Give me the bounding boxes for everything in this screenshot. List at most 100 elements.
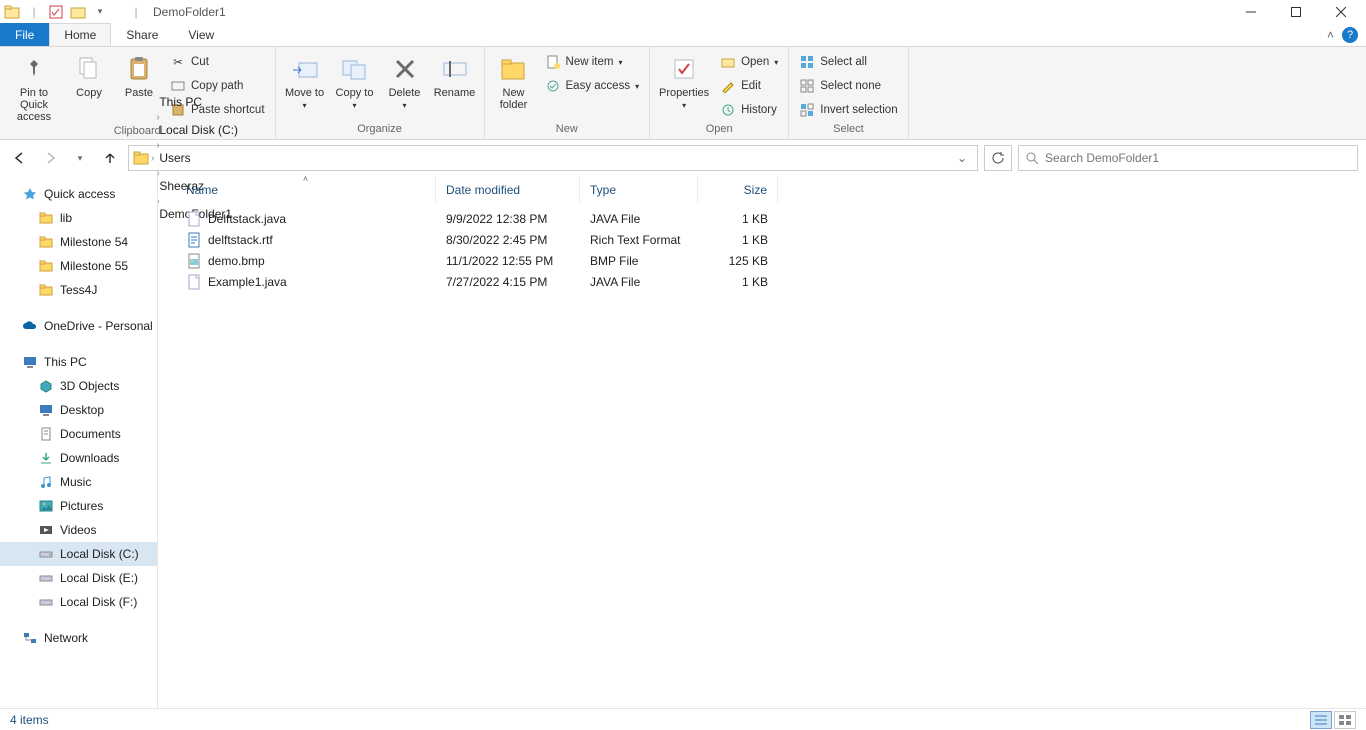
recent-locations-button[interactable]: ▾ <box>68 146 92 170</box>
nav-quick-access-item[interactable]: lib <box>0 206 157 230</box>
select-none-button[interactable]: Select none <box>795 75 901 97</box>
new-item-icon <box>545 54 561 70</box>
up-button[interactable] <box>98 146 122 170</box>
quick-access-toolbar: | ▾ | DemoFolder1 <box>3 3 226 21</box>
copy-path-button[interactable]: Copy path <box>166 75 269 97</box>
network-icon <box>22 630 38 646</box>
maximize-button[interactable] <box>1273 0 1318 23</box>
status-bar: 4 items <box>0 708 1366 730</box>
nav-quick-access-item[interactable]: Milestone 55 <box>0 254 157 278</box>
history-button[interactable]: History <box>716 99 782 121</box>
large-icons-view-button[interactable] <box>1334 711 1356 729</box>
cut-icon: ✂ <box>170 54 186 70</box>
copy-path-icon <box>170 78 186 94</box>
tab-share[interactable]: Share <box>111 23 173 46</box>
nav-onedrive[interactable]: OneDrive - Personal <box>0 314 157 338</box>
move-to-button[interactable]: Move to▾ <box>282 49 328 110</box>
nav-this-pc-item[interactable]: Desktop <box>0 398 157 422</box>
file-name: delftstack.rtf <box>208 233 273 247</box>
column-name[interactable]: Name˄ <box>176 176 436 204</box>
file-row[interactable]: Delftstack.java9/9/2022 12:38 PMJAVA Fil… <box>158 208 1366 229</box>
minimize-button[interactable] <box>1228 0 1273 23</box>
breadcrumb-segment[interactable]: Users <box>156 151 241 165</box>
file-list: Name˄ Date modified Type Size Delftstack… <box>158 176 1366 708</box>
nav-quick-access-item[interactable]: Tess4J <box>0 278 157 302</box>
close-button[interactable] <box>1318 0 1363 23</box>
chevron-right-icon[interactable]: › <box>156 112 159 123</box>
collapse-ribbon-icon[interactable]: ˄ <box>1327 28 1334 42</box>
breadcrumb-segment[interactable]: This PC <box>156 95 241 109</box>
nav-this-pc-item[interactable]: Documents <box>0 422 157 446</box>
open-button[interactable]: Open ▾ <box>716 51 782 73</box>
body: Quick access libMilestone 54Milestone 55… <box>0 176 1366 708</box>
new-item-button[interactable]: New item ▾ <box>541 51 644 73</box>
qat-dropdown-icon[interactable]: ▾ <box>91 3 109 21</box>
nav-this-pc[interactable]: This PC <box>0 350 157 374</box>
delete-button[interactable]: Delete▾ <box>382 49 428 110</box>
nav-this-pc-item[interactable]: Local Disk (F:) <box>0 590 157 614</box>
search-input[interactable] <box>1045 151 1351 165</box>
select-none-icon <box>799 78 815 94</box>
back-button[interactable] <box>8 146 32 170</box>
drive-icon <box>38 498 54 514</box>
nav-this-pc-item[interactable]: Local Disk (E:) <box>0 566 157 590</box>
file-date: 8/30/2022 2:45 PM <box>436 233 580 247</box>
address-bar-row: ▾ › This PC›Local Disk (C:)›Users›Sheera… <box>0 140 1366 176</box>
paste-icon <box>123 53 155 85</box>
nav-quick-access-header[interactable]: Quick access <box>0 182 157 206</box>
nav-quick-access-item[interactable]: Milestone 54 <box>0 230 157 254</box>
properties-button[interactable]: Properties▾ <box>656 49 712 110</box>
nav-this-pc-item[interactable]: Music <box>0 470 157 494</box>
tab-view[interactable]: View <box>173 23 229 46</box>
properties-qat-icon[interactable] <box>47 3 65 21</box>
copy-to-button[interactable]: Copy to▾ <box>332 49 378 110</box>
chevron-right-icon[interactable]: › <box>151 153 154 164</box>
file-size: 125 KB <box>698 254 778 268</box>
search-box[interactable] <box>1018 145 1358 171</box>
nav-this-pc-item[interactable]: Downloads <box>0 446 157 470</box>
drive-icon <box>38 522 54 538</box>
breadcrumb-segment[interactable]: Local Disk (C:) <box>156 123 241 137</box>
file-row[interactable]: demo.bmp11/1/2022 12:55 PMBMP File125 KB <box>158 250 1366 271</box>
details-view-button[interactable] <box>1310 711 1332 729</box>
file-icon <box>186 211 202 227</box>
drive-icon <box>38 402 54 418</box>
file-date: 7/27/2022 4:15 PM <box>436 275 580 289</box>
window-controls <box>1228 0 1363 23</box>
address-bar[interactable]: › This PC›Local Disk (C:)›Users›Sheeraz›… <box>128 145 978 171</box>
forward-button[interactable] <box>38 146 62 170</box>
file-size: 1 KB <box>698 275 778 289</box>
nav-this-pc-item[interactable]: 3D Objects <box>0 374 157 398</box>
nav-this-pc-item[interactable]: Videos <box>0 518 157 542</box>
refresh-button[interactable] <box>984 145 1012 171</box>
help-icon[interactable]: ? <box>1342 27 1358 43</box>
invert-selection-button[interactable]: Invert selection <box>795 99 901 121</box>
folder-icon <box>3 3 21 21</box>
paste-button[interactable]: Paste <box>116 49 162 99</box>
nav-this-pc-item[interactable]: Pictures <box>0 494 157 518</box>
cut-button[interactable]: ✂Cut <box>166 51 269 73</box>
file-row[interactable]: Example1.java7/27/2022 4:15 PMJAVA File1… <box>158 271 1366 292</box>
file-row[interactable]: delftstack.rtf8/30/2022 2:45 PMRich Text… <box>158 229 1366 250</box>
column-size[interactable]: Size <box>698 176 778 204</box>
select-all-button[interactable]: Select all <box>795 51 901 73</box>
address-dropdown-icon[interactable]: ⌄ <box>951 151 973 165</box>
drive-icon <box>38 378 54 394</box>
nav-network[interactable]: Network <box>0 626 157 650</box>
file-date: 11/1/2022 12:55 PM <box>436 254 580 268</box>
rename-button[interactable]: Rename <box>432 49 478 99</box>
pin-to-quick-access-button[interactable]: Pin to Quick access <box>6 49 62 123</box>
nav-this-pc-item[interactable]: Local Disk (C:) <box>0 542 157 566</box>
ribbon-tabs: File Home Share View ˄ ? <box>0 23 1366 47</box>
easy-access-button[interactable]: Easy access ▾ <box>541 75 644 97</box>
column-type[interactable]: Type <box>580 176 698 204</box>
tab-file[interactable]: File <box>0 23 49 46</box>
quick-access-icon <box>22 186 38 202</box>
edit-button[interactable]: Edit <box>716 75 782 97</box>
new-folder-button[interactable]: New folder <box>491 49 537 111</box>
copy-button[interactable]: Copy <box>66 49 112 99</box>
chevron-right-icon[interactable]: › <box>156 140 159 151</box>
column-date[interactable]: Date modified <box>436 176 580 204</box>
folder-qat-icon[interactable] <box>69 3 87 21</box>
tab-home[interactable]: Home <box>49 23 111 46</box>
